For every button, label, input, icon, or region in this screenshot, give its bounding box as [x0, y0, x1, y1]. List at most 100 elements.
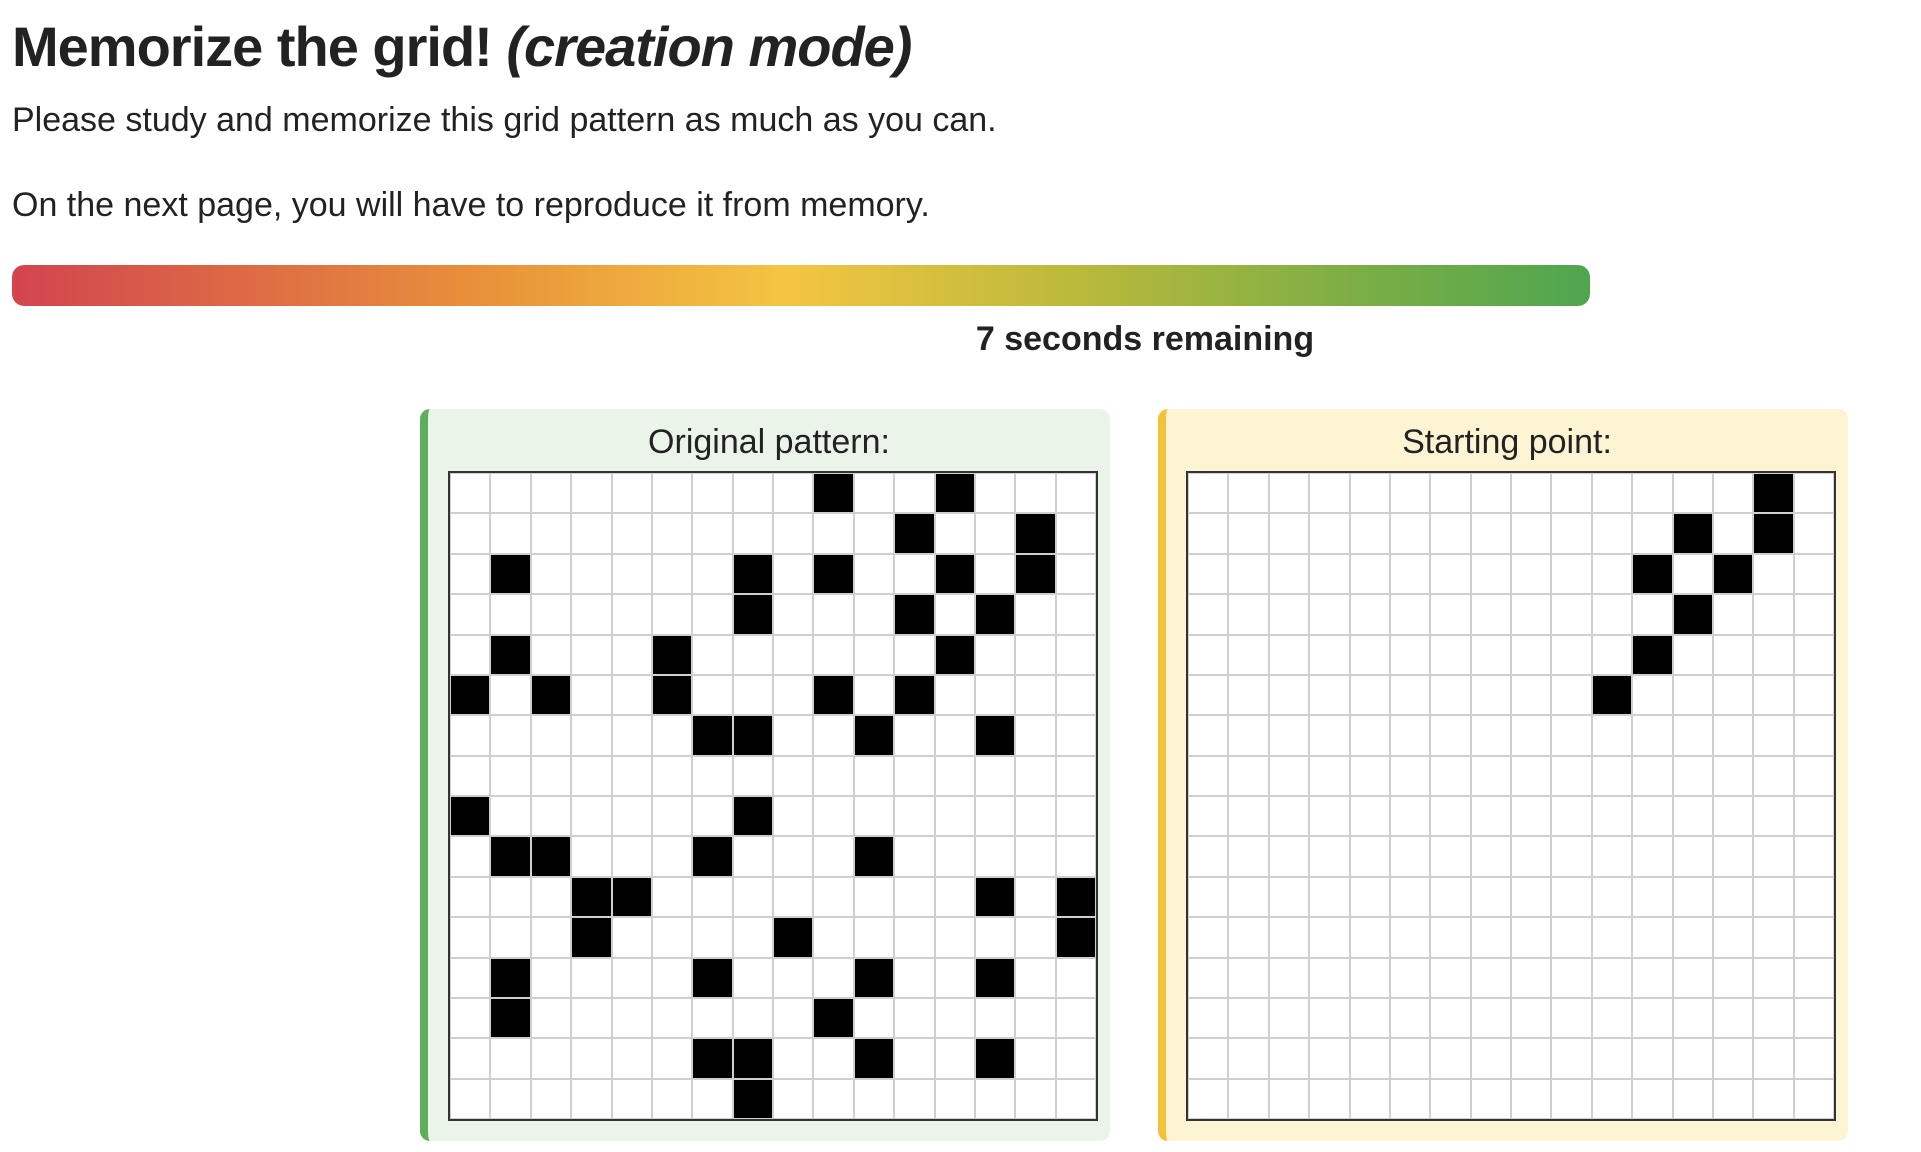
original-grid-cell-empty — [894, 715, 935, 756]
original-grid-cell-empty — [490, 715, 531, 756]
starting-grid-cell-empty — [1712, 1078, 1754, 1119]
original-grid-cell-empty — [894, 1078, 935, 1119]
starting-grid-cell-empty — [1793, 1038, 1834, 1079]
original-grid-cell-empty — [894, 957, 935, 998]
starting-grid-cell-empty — [1793, 876, 1834, 918]
original-grid-cell-empty — [1055, 957, 1096, 998]
starting-grid-cell-empty — [1793, 553, 1834, 595]
original-grid-cell-empty — [853, 634, 895, 675]
original-grid-cell-empty — [813, 594, 854, 635]
original-grid-cell-empty — [1015, 715, 1056, 756]
original-grid-cell-empty — [974, 674, 1016, 716]
original-grid-cell-empty — [692, 553, 733, 595]
original-grid-cell-empty — [934, 796, 975, 837]
starting-grid-cell-empty — [1349, 917, 1390, 958]
starting-grid-cell-empty — [1632, 876, 1673, 918]
starting-grid-cell-empty — [1753, 674, 1794, 716]
original-grid-cell-empty — [530, 1038, 572, 1079]
starting-grid-cell-filled — [1753, 473, 1794, 514]
starting-grid-cell-empty — [1228, 553, 1269, 595]
starting-grid-cell-empty — [1228, 836, 1269, 877]
starting-grid-cell-empty — [1349, 755, 1390, 796]
starting-grid-cell-empty — [1551, 594, 1592, 635]
original-grid-cell-empty — [732, 755, 773, 796]
starting-grid-cell-empty — [1551, 836, 1592, 877]
original-grid-cell-empty — [692, 997, 733, 1039]
original-grid-cell-empty — [611, 553, 652, 595]
starting-grid-cell-empty — [1430, 755, 1471, 796]
starting-grid-cell-empty — [1188, 917, 1229, 958]
original-grid-cell-filled — [894, 513, 935, 554]
starting-grid-cell-empty — [1511, 796, 1552, 837]
title-mode: (creation mode) — [506, 15, 912, 78]
starting-grid-cell-empty — [1349, 715, 1390, 756]
starting-grid-cell-empty — [1632, 957, 1673, 998]
original-grid-cell-filled — [530, 674, 572, 716]
starting-grid-cell-empty — [1430, 876, 1471, 918]
starting-grid-cell-empty — [1712, 836, 1754, 877]
original-grid-cell-empty — [450, 513, 491, 554]
original-grid-cell-empty — [651, 553, 693, 595]
original-grid-cell-filled — [813, 553, 854, 595]
original-grid-cell-empty — [530, 634, 572, 675]
original-grid-cell-empty — [651, 957, 693, 998]
original-grid-cell-empty — [1015, 917, 1056, 958]
original-grid-cell-empty — [773, 634, 814, 675]
starting-grid-cell-empty — [1389, 876, 1431, 918]
original-grid-cell-empty — [571, 513, 612, 554]
starting-grid-cell-filled — [1672, 594, 1713, 635]
starting-grid-cell-empty — [1753, 634, 1794, 675]
starting-grid-cell-empty — [1672, 755, 1713, 796]
starting-grid-cell-empty — [1188, 594, 1229, 635]
starting-grid-cell-empty — [1793, 1078, 1834, 1119]
starting-grid-cell-empty — [1793, 715, 1834, 756]
starting-grid-cell-empty — [1188, 876, 1229, 918]
starting-grid-cell-empty — [1591, 473, 1633, 514]
original-grid-cell-empty — [974, 997, 1016, 1039]
starting-grid-cell-empty — [1712, 997, 1754, 1039]
starting-grid-cell-empty — [1430, 917, 1471, 958]
starting-grid-cell-empty — [1551, 1038, 1592, 1079]
original-grid-cell-empty — [853, 513, 895, 554]
original-grid-cell-filled — [853, 715, 895, 756]
starting-grid-cell-empty — [1591, 513, 1633, 554]
original-grid-cell-empty — [732, 917, 773, 958]
starting-grid-cell-empty — [1793, 997, 1834, 1039]
original-grid-cell-filled — [450, 796, 491, 837]
starting-grid-cell-empty — [1268, 715, 1310, 756]
original-grid-cell-empty — [934, 997, 975, 1039]
starting-grid-cell-empty — [1712, 715, 1754, 756]
original-grid-cell-empty — [853, 1078, 895, 1119]
starting-grid-cell-empty — [1268, 876, 1310, 918]
starting-grid-cell-empty — [1511, 473, 1552, 514]
starting-grid-cell-empty — [1591, 836, 1633, 877]
starting-grid-cell-empty — [1793, 796, 1834, 837]
starting-grid-cell-empty — [1793, 473, 1834, 514]
starting-grid-cell-empty — [1672, 1038, 1713, 1079]
original-grid-cell-empty — [813, 513, 854, 554]
starting-grid-cell-empty — [1188, 553, 1229, 595]
starting-grid-cell-empty — [1551, 473, 1592, 514]
original-grid-cell-empty — [974, 634, 1016, 675]
starting-grid-cell-empty — [1632, 594, 1673, 635]
original-grid-cell-empty — [611, 594, 652, 635]
starting-grid-cell-empty — [1309, 553, 1350, 595]
starting-grid-cell-empty — [1430, 674, 1471, 716]
timer-progress-fill — [12, 265, 1590, 306]
original-grid-cell-empty — [611, 513, 652, 554]
original-grid-cell-empty — [530, 917, 572, 958]
original-grid-cell-empty — [934, 1078, 975, 1119]
original-grid-cell-empty — [571, 674, 612, 716]
starting-grid-cell-filled — [1712, 553, 1754, 595]
starting-grid-cell-empty — [1389, 553, 1431, 595]
starting-grid-cell-empty — [1349, 594, 1390, 635]
starting-grid-cell-empty — [1753, 796, 1794, 837]
original-grid-cell-empty — [611, 1078, 652, 1119]
original-grid-cell-filled — [732, 796, 773, 837]
original-grid-cell-empty — [611, 1038, 652, 1079]
starting-grid-cell-empty — [1591, 796, 1633, 837]
original-grid-cell-filled — [530, 836, 572, 877]
original-grid-cell-empty — [490, 1078, 531, 1119]
starting-grid-cell-empty — [1430, 836, 1471, 877]
original-grid-cell-empty — [692, 876, 733, 918]
